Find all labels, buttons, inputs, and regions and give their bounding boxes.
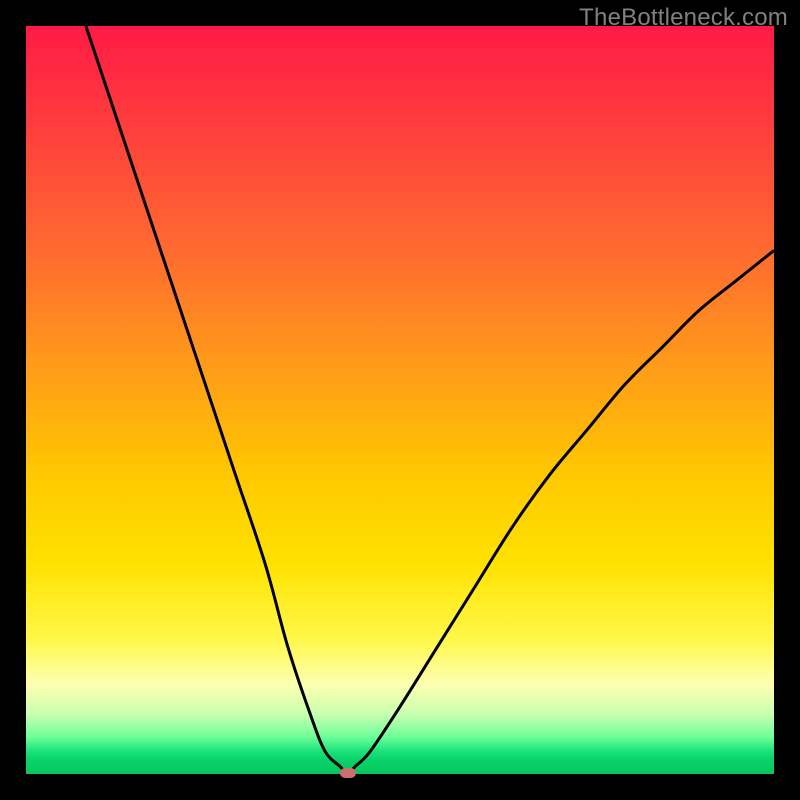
plot-area (26, 26, 774, 774)
chart-frame: TheBottleneck.com (0, 0, 800, 800)
watermark-text: TheBottleneck.com (579, 4, 788, 32)
bottleneck-curve (26, 26, 774, 774)
optimal-point-marker (340, 768, 356, 778)
